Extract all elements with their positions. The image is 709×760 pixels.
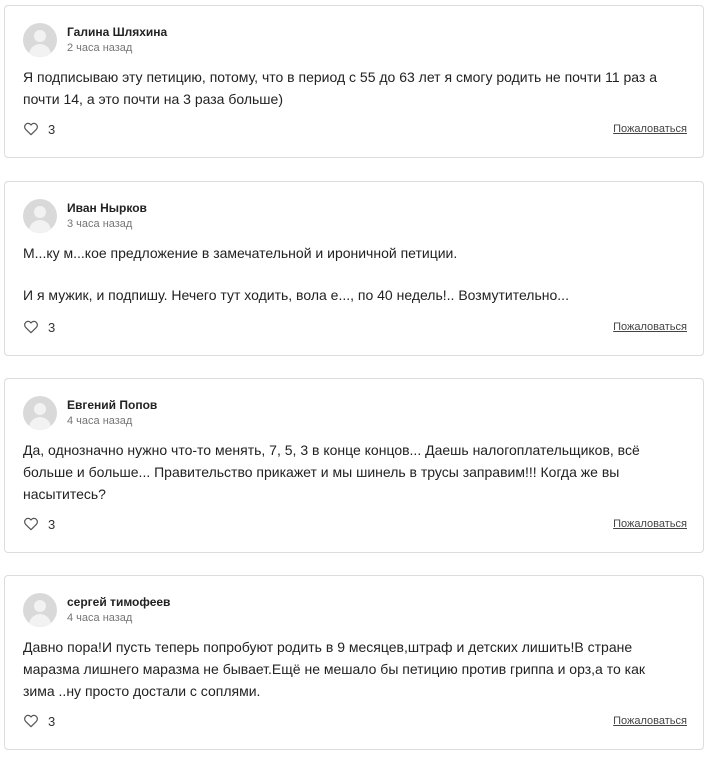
- comment-author: Галина Шляхина: [67, 24, 168, 39]
- comment-header: Евгений Попов 4 часа назад: [23, 396, 157, 430]
- comment-line: Давно пора!И пусть теперь попробуют роди…: [23, 639, 633, 655]
- comment-meta: Евгений Попов 4 часа назад: [67, 398, 157, 429]
- comment-line: М...ку м...кое предложение в замечательн…: [23, 245, 458, 261]
- comment-text: М...ку м...кое предложение в замечательн…: [23, 242, 687, 306]
- comment-time: 4 часа назад: [67, 611, 133, 624]
- like-count: 3: [48, 121, 56, 137]
- avatar: [23, 396, 57, 430]
- like-button[interactable]: 3: [23, 516, 55, 532]
- like-count: 3: [48, 319, 56, 335]
- like-button[interactable]: 3: [23, 319, 55, 335]
- comment-line: больше и больше... Правительство прикаже…: [23, 464, 620, 480]
- heart-icon: [24, 517, 38, 531]
- comment-footer: 3 Пожаловаться: [23, 119, 687, 139]
- like-button[interactable]: 3: [23, 713, 55, 729]
- comment-time: 2 часа назад: [67, 41, 133, 54]
- like-count: 3: [48, 713, 56, 729]
- comment-line: почти 14, а это почти на 3 раза больше): [23, 91, 283, 107]
- comment-text: Да, однозначно нужно что-то менять, 7, 5…: [23, 439, 687, 505]
- comment-line: маразма лишнего маразма не бывает.Ещё не…: [23, 661, 645, 677]
- like-count: 3: [48, 516, 56, 532]
- comment-card: Галина Шляхина 2 часа назад Я подписываю…: [4, 5, 704, 158]
- comment-time: 4 часа назад: [67, 414, 133, 427]
- report-link[interactable]: Пожаловаться: [613, 321, 687, 333]
- comment-author: сергей тимофеев: [67, 594, 171, 609]
- report-link[interactable]: Пожаловаться: [613, 123, 687, 135]
- comment-line: Я подписываю эту петицию, потому, что в …: [23, 69, 658, 85]
- comment-footer: 3 Пожаловаться: [23, 317, 687, 337]
- comment-header: сергей тимофеев 4 часа назад: [23, 593, 170, 627]
- comment-card: сергей тимофеев 4 часа назад Давно пора!…: [4, 575, 704, 750]
- heart-icon: [24, 122, 38, 136]
- comment-meta: Галина Шляхина 2 часа назад: [67, 25, 167, 56]
- avatar: [23, 199, 57, 233]
- report-link[interactable]: Пожаловаться: [613, 518, 687, 530]
- comment-footer: 3 Пожаловаться: [23, 514, 687, 534]
- comment-line: насытитесь?: [23, 486, 106, 502]
- heart-icon: [24, 714, 38, 728]
- comment-author: Иван Нырков: [67, 200, 147, 215]
- comment-meta: Иван Нырков 3 часа назад: [67, 201, 147, 232]
- comment-footer: 3 Пожаловаться: [23, 711, 687, 731]
- report-link[interactable]: Пожаловаться: [613, 715, 687, 727]
- avatar: [23, 23, 57, 57]
- comment-author: Евгений Попов: [67, 397, 158, 412]
- comment-header: Галина Шляхина 2 часа назад: [23, 23, 167, 57]
- comment-line: Да, однозначно нужно что-то менять, 7, 5…: [23, 442, 640, 458]
- comment-time: 3 часа назад: [67, 217, 133, 230]
- comment-card: Иван Нырков 3 часа назад М...ку м...кое …: [4, 181, 704, 356]
- heart-icon: [24, 320, 38, 334]
- avatar: [23, 593, 57, 627]
- comment-meta: сергей тимофеев 4 часа назад: [67, 595, 170, 626]
- comment-card: Евгений Попов 4 часа назад Да, однозначн…: [4, 378, 704, 553]
- like-button[interactable]: 3: [23, 121, 55, 137]
- comment-text: Я подписываю эту петицию, потому, что в …: [23, 66, 687, 110]
- comment-line: зима ..ну просто достали с соплями.: [23, 683, 261, 699]
- comment-text: Давно пора!И пусть теперь попробуют роди…: [23, 636, 687, 702]
- comment-line: И я мужик, и подпишу. Нечего тут ходить,…: [23, 287, 569, 303]
- comment-header: Иван Нырков 3 часа назад: [23, 199, 147, 233]
